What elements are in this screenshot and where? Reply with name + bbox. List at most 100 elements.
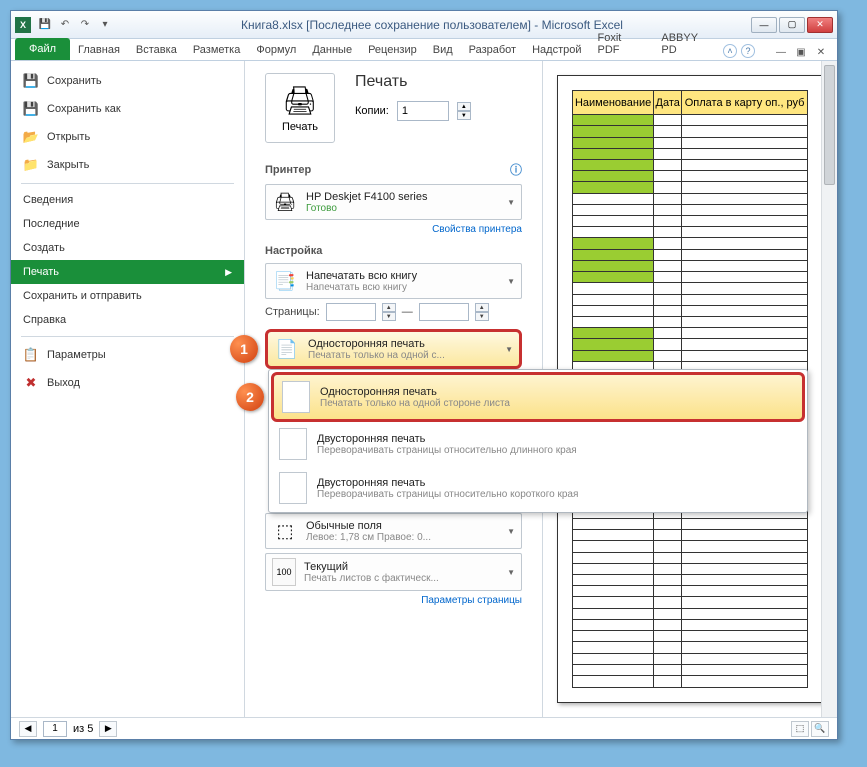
table-row — [573, 171, 808, 182]
page-to-up[interactable]: ▲ — [475, 303, 489, 312]
file-tab[interactable]: Файл — [15, 38, 70, 60]
redo-icon[interactable]: ↷ — [77, 17, 93, 33]
page-number-input[interactable] — [43, 721, 67, 737]
print-button[interactable]: 🖨 Печать — [265, 73, 335, 143]
nav-info[interactable]: Сведения — [11, 188, 244, 212]
sides-option-title: Двусторонняя печать — [317, 477, 578, 489]
show-margins-button[interactable]: ⬚ — [791, 721, 809, 737]
window-buttons: — ▢ ✕ — [751, 17, 833, 33]
nav-print-label: Печать — [23, 266, 59, 278]
ribbon-tabs: Файл Главная Вставка Разметка Формул Дан… — [11, 39, 837, 61]
nav-separator — [21, 183, 234, 184]
tab-insert[interactable]: Вставка — [128, 40, 185, 60]
page-from-input[interactable] — [326, 303, 376, 321]
tab-data[interactable]: Данные — [304, 40, 360, 60]
nav-close-label: Закрыть — [47, 159, 89, 171]
nav-print[interactable]: Печать▶ — [11, 260, 244, 284]
page-from-down[interactable]: ▼ — [382, 312, 396, 321]
excel-icon: X — [15, 17, 31, 33]
minimize-button[interactable]: — — [751, 17, 777, 33]
nav-save[interactable]: 💾Сохранить — [11, 67, 244, 95]
tab-foxit[interactable]: Foxit PDF — [590, 28, 654, 60]
print-settings-panel: 🖨 Печать Печать Копии: ▲ ▼ Принтерⓘ — [245, 61, 542, 717]
tab-view[interactable]: Вид — [425, 40, 461, 60]
nav-exit[interactable]: ✖Выход — [11, 369, 244, 397]
print-what-dropdown[interactable]: 📑 Напечатать всю книгу Напечатать всю кн… — [265, 263, 522, 299]
page-from-up[interactable]: ▲ — [382, 303, 396, 312]
nav-options-label: Параметры — [47, 349, 106, 361]
table-row — [573, 294, 808, 305]
next-page-button[interactable]: ▶ — [99, 721, 117, 737]
scrollbar-track[interactable] — [821, 61, 837, 717]
doc-minimize-icon[interactable]: — — [773, 44, 789, 60]
sides-option-duplex-short[interactable]: Двусторонняя печать Переворачивать стран… — [271, 466, 805, 510]
chevron-down-icon: ▼ — [505, 345, 513, 354]
pages-label: Страницы: — [265, 306, 320, 318]
nav-share[interactable]: Сохранить и отправить — [11, 284, 244, 308]
printer-section-label: Принтерⓘ — [265, 161, 522, 178]
tab-home[interactable]: Главная — [70, 40, 128, 60]
copies-up[interactable]: ▲ — [457, 102, 471, 111]
margins-dropdown[interactable]: ⬚ Обычные поля Левое: 1,78 см Правое: 0.… — [265, 513, 522, 549]
save-icon[interactable]: 💾 — [37, 17, 53, 33]
app-window: X 💾 ↶ ↷ ▾ Книга8.xlsx [Последнее сохране… — [10, 10, 838, 740]
scale-dropdown[interactable]: 100 Текущий Печать листов с фактическ...… — [265, 553, 522, 591]
nav-open[interactable]: 📂Открыть — [11, 123, 244, 151]
nav-close[interactable]: 📁 Закрыть — [11, 151, 244, 179]
tab-layout[interactable]: Разметка — [185, 40, 249, 60]
close-button[interactable]: ✕ — [807, 17, 833, 33]
print-button-label: Печать — [282, 121, 318, 133]
table-row — [573, 238, 808, 249]
table-row — [573, 339, 808, 350]
backstage-nav: 💾Сохранить 💾Сохранить как 📂Открыть 📁 Закр… — [11, 61, 245, 717]
nav-new[interactable]: Создать — [11, 236, 244, 260]
undo-icon[interactable]: ↶ — [57, 17, 73, 33]
pages-range-row: Страницы: ▲▼ — ▲▼ — [265, 303, 522, 321]
printer-dropdown[interactable]: 🖨 HP Deskjet F4100 series Готово ▼ — [265, 184, 522, 220]
help-icon[interactable]: ? — [741, 44, 755, 58]
tab-review[interactable]: Рецензир — [360, 40, 425, 60]
nav-share-label: Сохранить и отправить — [23, 290, 142, 302]
page-setup-link[interactable]: Параметры страницы — [265, 595, 522, 606]
sides-dropdown[interactable]: 1 📄 Односторонняя печать Печатать только… — [265, 329, 522, 369]
scrollbar-thumb[interactable] — [824, 65, 835, 185]
copies-down[interactable]: ▼ — [457, 111, 471, 120]
nav-save-label: Сохранить — [47, 75, 102, 87]
scale-sub: Печать листов с фактическ... — [304, 573, 499, 584]
print-what-title: Напечатать всю книгу — [306, 270, 499, 282]
nav-recent[interactable]: Последние — [11, 212, 244, 236]
folder-close-icon: 📁 — [23, 157, 39, 173]
nav-saveas[interactable]: 💾Сохранить как — [11, 95, 244, 123]
page-to-down[interactable]: ▼ — [475, 312, 489, 321]
print-what-sub: Напечатать всю книгу — [306, 282, 499, 293]
page-to-input[interactable] — [419, 303, 469, 321]
sides-title: Односторонняя печать — [308, 338, 497, 350]
tab-developer[interactable]: Разработ — [461, 40, 524, 60]
copies-spinner: ▲ ▼ — [457, 102, 471, 120]
nav-open-label: Открыть — [47, 131, 90, 143]
printer-properties-link[interactable]: Свойства принтера — [265, 224, 522, 235]
table-row — [573, 518, 808, 529]
zoom-to-page-button[interactable]: 🔍 — [811, 721, 829, 737]
copies-input[interactable] — [397, 101, 449, 121]
qat-dropdown-icon[interactable]: ▾ — [97, 17, 113, 33]
info-icon[interactable]: ⓘ — [510, 161, 522, 178]
page-duplex-icon — [279, 428, 307, 460]
table-row — [573, 272, 808, 283]
doc-restore-icon[interactable]: ▣ — [793, 44, 809, 60]
tab-abbyy[interactable]: ABBYY PD — [653, 28, 723, 60]
margins-sub: Левое: 1,78 см Правое: 0... — [306, 532, 499, 543]
table-row — [573, 552, 808, 563]
prev-page-button[interactable]: ◀ — [19, 721, 37, 737]
maximize-button[interactable]: ▢ — [779, 17, 805, 33]
nav-help[interactable]: Справка — [11, 308, 244, 332]
table-row — [573, 653, 808, 664]
tab-addins[interactable]: Надстрой — [524, 40, 589, 60]
sides-option-single[interactable]: 2 Односторонняя печать Печатать только н… — [271, 372, 805, 422]
minimize-ribbon-icon[interactable]: ˄ — [723, 44, 737, 58]
sides-option-duplex-long[interactable]: Двусторонняя печать Переворачивать стран… — [271, 422, 805, 466]
table-row — [573, 642, 808, 653]
doc-close-icon[interactable]: ✕ — [813, 44, 829, 60]
tab-formulas[interactable]: Формул — [248, 40, 304, 60]
nav-options[interactable]: 📋Параметры — [11, 341, 244, 369]
